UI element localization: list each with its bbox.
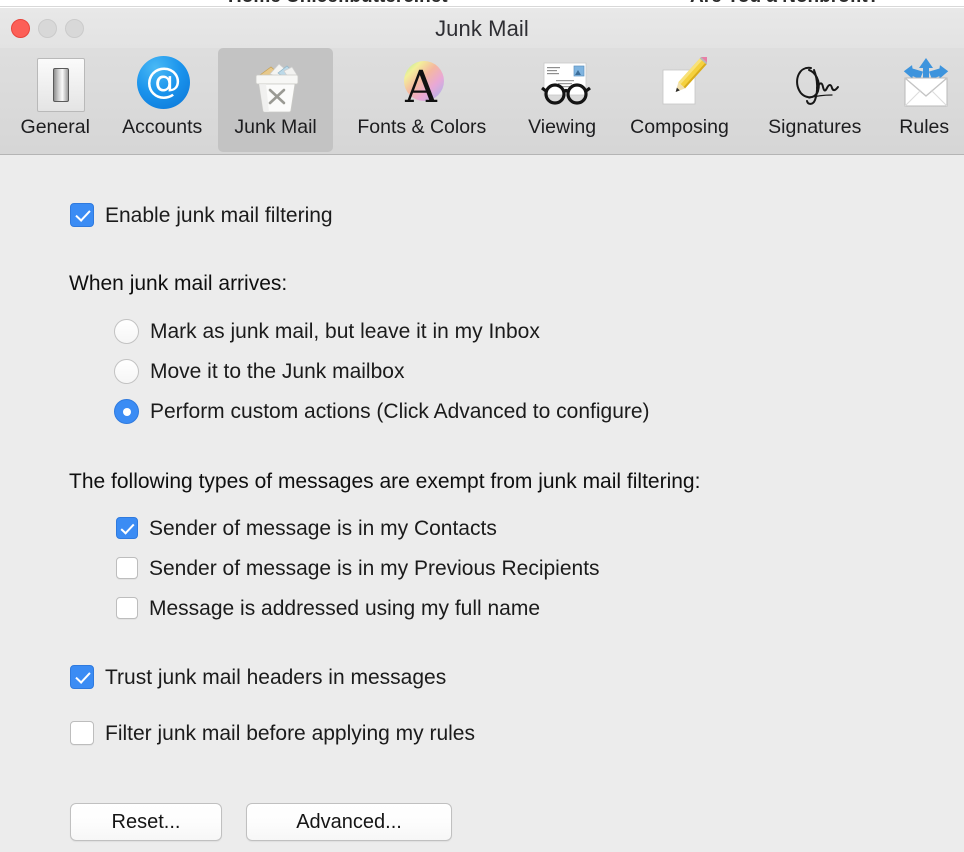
tab-signatures[interactable]: Signatures (745, 48, 884, 152)
tab-accounts[interactable]: @ Accounts (106, 48, 217, 152)
exempt-previous-recipients-label: Sender of message is in my Previous Reci… (149, 556, 600, 580)
signature-icon (783, 54, 847, 116)
exempt-heading: The following types of messages are exem… (69, 470, 701, 493)
pencil-paper-icon (648, 54, 712, 116)
tab-rules-label: Rules (899, 116, 950, 138)
option-mark-as-junk-radio[interactable] (114, 319, 139, 344)
at-sign-icon: @ (130, 54, 194, 116)
exempt-previous-recipients-checkbox[interactable] (116, 557, 138, 579)
screenshot-root: Home Unicef.butterc.net Are You a Nonbro… (0, 0, 964, 852)
window-titlebar: Junk Mail (0, 8, 964, 48)
svg-text:A: A (404, 62, 438, 110)
preferences-window: Junk Mail General @ Accounts Junk Mail A… (0, 8, 964, 852)
light-switch-icon (23, 54, 87, 116)
tab-viewing-label: Viewing (528, 116, 597, 138)
option-custom-actions-label: Perform custom actions (Click Advanced t… (150, 400, 650, 423)
envelope-arrows-icon (892, 54, 956, 116)
tab-signatures-label: Signatures (768, 116, 862, 138)
option-move-to-junk-label: Move it to the Junk mailbox (150, 360, 405, 383)
option-custom-actions-row[interactable]: Perform custom actions (Click Advanced t… (114, 399, 650, 424)
tab-composing[interactable]: Composing (614, 48, 745, 152)
trust-headers-label: Trust junk mail headers in messages (105, 665, 447, 689)
tab-general[interactable]: General (4, 48, 106, 152)
exempt-full-name-checkbox[interactable] (116, 597, 138, 619)
trust-headers-checkbox[interactable] (70, 665, 94, 689)
tab-composing-label: Composing (630, 116, 729, 138)
advanced-button[interactable]: Advanced... (246, 803, 452, 841)
junk-mail-pane: Enable junk mail filtering When junk mai… (0, 155, 964, 852)
tab-fonts-colors[interactable]: A Fonts & Colors (333, 48, 510, 152)
filter-before-rules-label: Filter junk mail before applying my rule… (105, 721, 475, 745)
option-move-to-junk-row[interactable]: Move it to the Junk mailbox (114, 359, 404, 384)
when-junk-arrives-heading: When junk mail arrives: (69, 272, 288, 295)
filter-before-rules-row[interactable]: Filter junk mail before applying my rule… (70, 721, 475, 745)
color-wheel-letter-a-icon: A (390, 54, 454, 116)
exempt-previous-recipients-row[interactable]: Sender of message is in my Previous Reci… (116, 557, 600, 579)
tab-accounts-label: Accounts (122, 116, 203, 138)
tab-rules[interactable]: Rules (884, 48, 964, 152)
tab-general-label: General (20, 116, 90, 138)
reset-button[interactable]: Reset... (70, 803, 222, 841)
exempt-full-name-label: Message is addressed using my full name (149, 596, 541, 620)
trash-can-icon (244, 54, 308, 116)
background-divider (0, 6, 964, 7)
window-title: Junk Mail (435, 16, 529, 41)
background-page-strip: Home Unicef.butterc.net Are You a Nonbro… (0, 0, 964, 8)
tab-viewing[interactable]: Viewing (510, 48, 613, 152)
exempt-contacts-row[interactable]: Sender of message is in my Contacts (116, 517, 497, 539)
enable-junk-filtering-label: Enable junk mail filtering (105, 203, 333, 227)
exempt-contacts-checkbox[interactable] (116, 517, 138, 539)
preferences-toolbar: General @ Accounts Junk Mail A Fonts & C… (0, 48, 964, 155)
filter-before-rules-checkbox[interactable] (70, 721, 94, 745)
trust-headers-row[interactable]: Trust junk mail headers in messages (70, 665, 446, 689)
option-custom-actions-radio[interactable] (114, 399, 139, 424)
exempt-contacts-label: Sender of message is in my Contacts (149, 516, 497, 540)
tab-junk-mail-label: Junk Mail (234, 116, 317, 138)
envelope-eyeglasses-icon (530, 54, 594, 116)
tab-fonts-colors-label: Fonts & Colors (357, 116, 487, 138)
option-move-to-junk-radio[interactable] (114, 359, 139, 384)
option-mark-as-junk-row[interactable]: Mark as junk mail, but leave it in my In… (114, 319, 540, 344)
enable-junk-filtering-checkbox[interactable] (70, 203, 94, 227)
exempt-full-name-row[interactable]: Message is addressed using my full name (116, 597, 540, 619)
enable-junk-filtering-row[interactable]: Enable junk mail filtering (70, 203, 333, 227)
tab-junk-mail[interactable]: Junk Mail (217, 48, 334, 152)
option-mark-as-junk-label: Mark as junk mail, but leave it in my In… (150, 320, 540, 343)
